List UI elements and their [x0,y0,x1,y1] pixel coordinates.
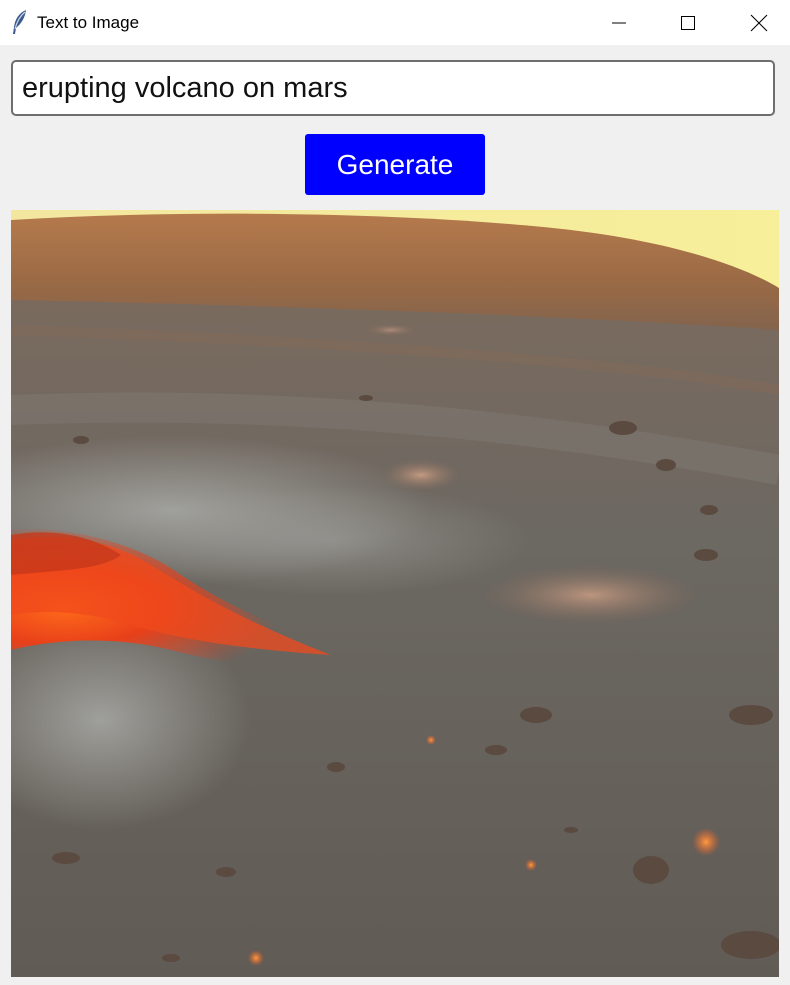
close-button[interactable] [724,0,790,45]
title-bar[interactable]: Text to Image [0,0,790,45]
generated-image [11,210,779,977]
prompt-input[interactable] [11,60,775,116]
mars-volcano-image [11,210,779,977]
minimize-icon [611,15,627,31]
close-icon [750,14,768,32]
feather-icon [10,9,30,35]
app-window: Text to Image Generate [0,0,790,985]
generate-button[interactable]: Generate [305,134,485,195]
minimize-button[interactable] [584,0,654,45]
window-title: Text to Image [37,13,140,32]
maximize-icon [680,15,696,31]
maximize-button[interactable] [653,0,723,45]
